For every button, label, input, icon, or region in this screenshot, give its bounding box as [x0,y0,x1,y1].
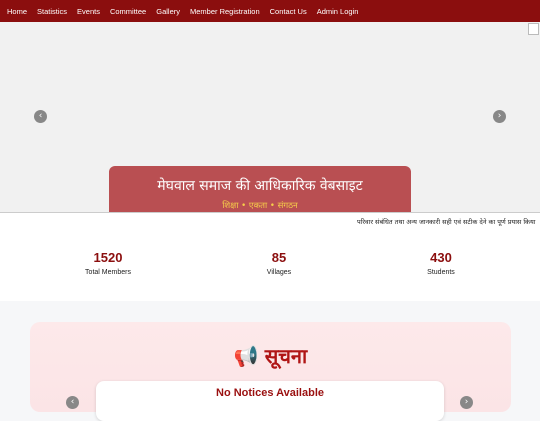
nav-home[interactable]: Home [7,7,27,16]
stat-villages: 85 Villages [219,250,339,276]
stat-value: 85 [271,250,287,265]
chevron-left-icon: ‹ [38,111,43,121]
notice-card: No Notices Available [96,381,444,421]
stat-total-members: 1520 Total Members [48,250,168,276]
broken-image-icon [528,23,539,35]
notice-next-button[interactable]: › [460,396,473,409]
notice-heading: 📢 सूचना [30,342,511,369]
caption-subtitle: शिक्षा • एकता • संगठन [222,201,298,211]
carousel-prev-button[interactable]: ‹ [34,110,47,123]
nav-admin-login[interactable]: Admin Login [317,7,359,16]
nav-member-registration[interactable]: Member Registration [190,7,260,16]
notice-prev-button[interactable]: ‹ [66,396,79,409]
stat-label: Students [427,269,455,276]
nav-gallery[interactable]: Gallery [156,7,180,16]
stat-label: Total Members [85,269,131,276]
ticker-text: परिवार संबंधित तथा अन्य जानकारी सही एवं … [357,218,536,226]
chevron-right-icon: › [497,111,502,121]
nav-statistics[interactable]: Statistics [37,7,67,16]
notice-section: 📢 सूचना ‹ › No Notices Available [30,322,511,421]
notice-empty-message: No Notices Available [216,387,324,399]
carousel-caption: मेघवाल समाज की आधिकारिक वेबसाइट शिक्षा •… [109,166,411,212]
nav-contact-us[interactable]: Contact Us [270,7,307,16]
megaphone-icon: 📢 [233,344,259,368]
chevron-left-icon: ‹ [70,397,75,407]
carousel-next-button[interactable]: › [493,110,506,123]
news-ticker: परिवार संबंधित तथा अन्य जानकारी सही एवं … [0,212,540,234]
hero-carousel: ‹ › मेघवाल समाज की आधिकारिक वेबसाइट शिक्… [0,22,540,212]
nav-committee[interactable]: Committee [110,7,146,16]
top-navbar: Home Statistics Events Committee Gallery… [0,0,540,22]
chevron-right-icon: › [464,397,469,407]
stat-students: 430 Students [381,250,501,276]
stat-value: 430 [430,250,452,265]
stat-value: 1520 [93,250,123,265]
stat-label: Villages [266,269,292,276]
stats-section: 1520 Total Members 85 Villages 430 Stude… [0,233,540,301]
caption-title: मेघवाल समाज की आधिकारिक वेबसाइट [157,178,363,194]
notice-title: सूचना [264,344,308,368]
nav-events[interactable]: Events [77,7,100,16]
